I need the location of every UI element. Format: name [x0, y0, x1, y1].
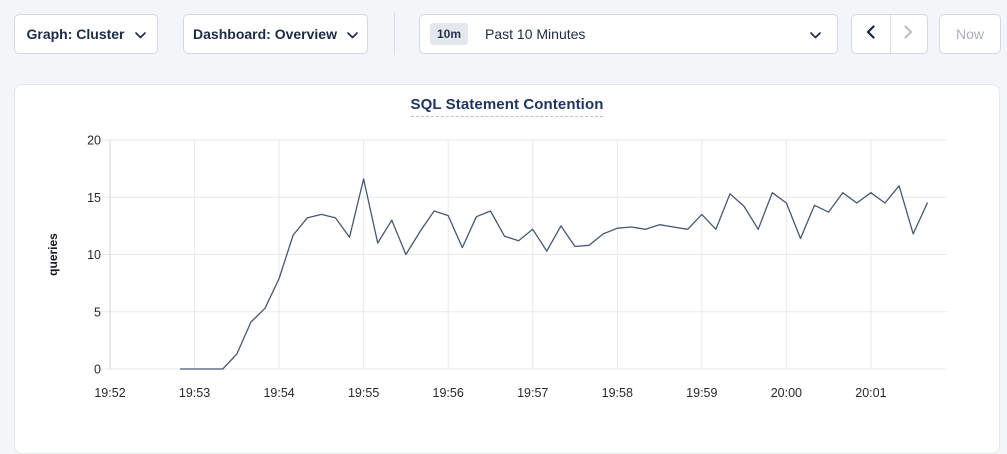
sql-contention-chart[interactable]: 0 5 10 15 20 19:52 19:53 19:54 19:55 19:56 19:57 19…	[0, 0, 1007, 432]
chart-title-wrap: SQL Statement Contention	[15, 96, 999, 117]
x-tick-label: 19:59	[686, 386, 717, 400]
x-tick-label: 19:55	[348, 386, 379, 400]
x-tick-label: 20:00	[771, 386, 802, 400]
y-tick-label: 0	[94, 363, 101, 377]
x-tick-label: 20:01	[855, 386, 886, 400]
y-tick-label: 5	[94, 305, 101, 319]
dashboard-page: { "toolbar": { "graph_dropdown": { "labe…	[0, 0, 1007, 432]
x-tick-label: 19:58	[602, 386, 633, 400]
y-tick-label: 20	[87, 134, 101, 148]
series-line-queries	[181, 179, 928, 369]
x-tick-label: 19:56	[433, 386, 464, 400]
y-tick-label: 10	[87, 248, 101, 262]
x-tick-label: 19:54	[263, 386, 294, 400]
x-tick-label: 19:57	[517, 386, 548, 400]
x-tick-label: 19:52	[94, 386, 125, 400]
y-axis-title: queries	[46, 233, 60, 276]
x-tick-label: 19:53	[179, 386, 210, 400]
y-tick-label: 15	[87, 191, 101, 205]
chart-title[interactable]: SQL Statement Contention	[411, 96, 604, 117]
